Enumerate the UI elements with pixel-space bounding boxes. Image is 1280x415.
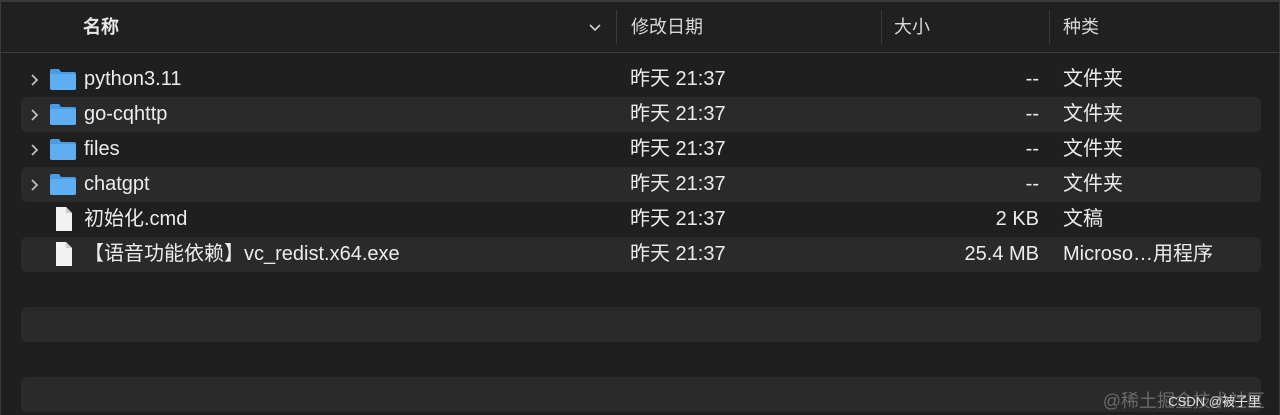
file-name: 初始化.cmd (84, 208, 188, 230)
document-icon (49, 242, 77, 266)
file-kind: 文件夹 (1063, 173, 1123, 195)
column-header-name[interactable]: 名称 (83, 2, 603, 52)
watermark: @稀土掘金技术社区 CSDN @被子里 (1103, 387, 1265, 413)
disclosure-chevron-right-icon[interactable] (27, 62, 43, 97)
column-header-bar: 名称 修改日期 大小 种类 (1, 2, 1279, 53)
file-kind: 文件夹 (1063, 68, 1123, 90)
file-size: -- (1025, 173, 1039, 195)
file-date: 昨天 21:37 (630, 243, 726, 265)
folder-icon (49, 102, 77, 126)
file-kind: Microso…用程序 (1063, 243, 1214, 265)
finder-window: 名称 修改日期 大小 种类 python3.11 昨天 21:37 -- 文件夹… (0, 0, 1280, 415)
disclosure-chevron-right-icon[interactable] (27, 97, 43, 132)
file-size: -- (1025, 138, 1039, 160)
file-date: 昨天 21:37 (630, 208, 726, 230)
folder-icon (49, 137, 77, 161)
file-size: 2 KB (995, 208, 1039, 230)
disclosure-chevron-right-icon[interactable] (27, 132, 43, 167)
file-kind: 文件夹 (1063, 103, 1123, 125)
file-kind: 文件夹 (1063, 138, 1123, 160)
file-size: 25.4 MB (964, 243, 1039, 265)
folder-icon (49, 172, 77, 196)
empty-row (21, 377, 1261, 412)
file-row[interactable]: 【语音功能依赖】vc_redist.x64.exe 昨天 21:37 25.4 … (21, 237, 1261, 272)
file-name: python3.11 (84, 68, 182, 90)
file-date: 昨天 21:37 (630, 173, 726, 195)
empty-row (21, 307, 1261, 342)
file-row[interactable]: go-cqhttp 昨天 21:37 -- 文件夹 (21, 97, 1261, 132)
file-name: chatgpt (84, 173, 150, 195)
folder-icon (49, 67, 77, 91)
column-divider[interactable] (616, 10, 617, 44)
file-name: go-cqhttp (84, 103, 168, 125)
file-date: 昨天 21:37 (630, 68, 726, 90)
file-row[interactable]: chatgpt 昨天 21:37 -- 文件夹 (21, 167, 1261, 202)
file-date: 昨天 21:37 (630, 138, 726, 160)
column-divider[interactable] (1049, 10, 1050, 44)
file-name: 【语音功能依赖】vc_redist.x64.exe (84, 243, 400, 265)
column-divider[interactable] (881, 10, 882, 44)
file-row[interactable]: 初始化.cmd 昨天 21:37 2 KB 文稿 (21, 202, 1261, 237)
file-size: -- (1025, 103, 1039, 125)
file-name: files (84, 138, 120, 160)
column-header-kind[interactable]: 种类 (1063, 2, 1263, 52)
empty-row (21, 342, 1261, 377)
column-header-size[interactable]: 大小 (894, 2, 1044, 52)
disclosure-chevron-right-icon[interactable] (27, 167, 43, 202)
empty-row (21, 272, 1261, 307)
sort-chevron-down-icon[interactable] (585, 2, 605, 52)
file-row[interactable]: files 昨天 21:37 -- 文件夹 (21, 132, 1261, 167)
watermark-csdn: CSDN @被子里 (1168, 394, 1261, 409)
file-row[interactable]: python3.11 昨天 21:37 -- 文件夹 (21, 62, 1261, 97)
column-header-date[interactable]: 修改日期 (631, 2, 871, 52)
file-size: -- (1025, 68, 1039, 90)
document-icon (49, 207, 77, 231)
file-list: python3.11 昨天 21:37 -- 文件夹 go-cqhttp 昨天 … (21, 62, 1261, 412)
file-kind: 文稿 (1063, 208, 1103, 230)
file-date: 昨天 21:37 (630, 103, 726, 125)
